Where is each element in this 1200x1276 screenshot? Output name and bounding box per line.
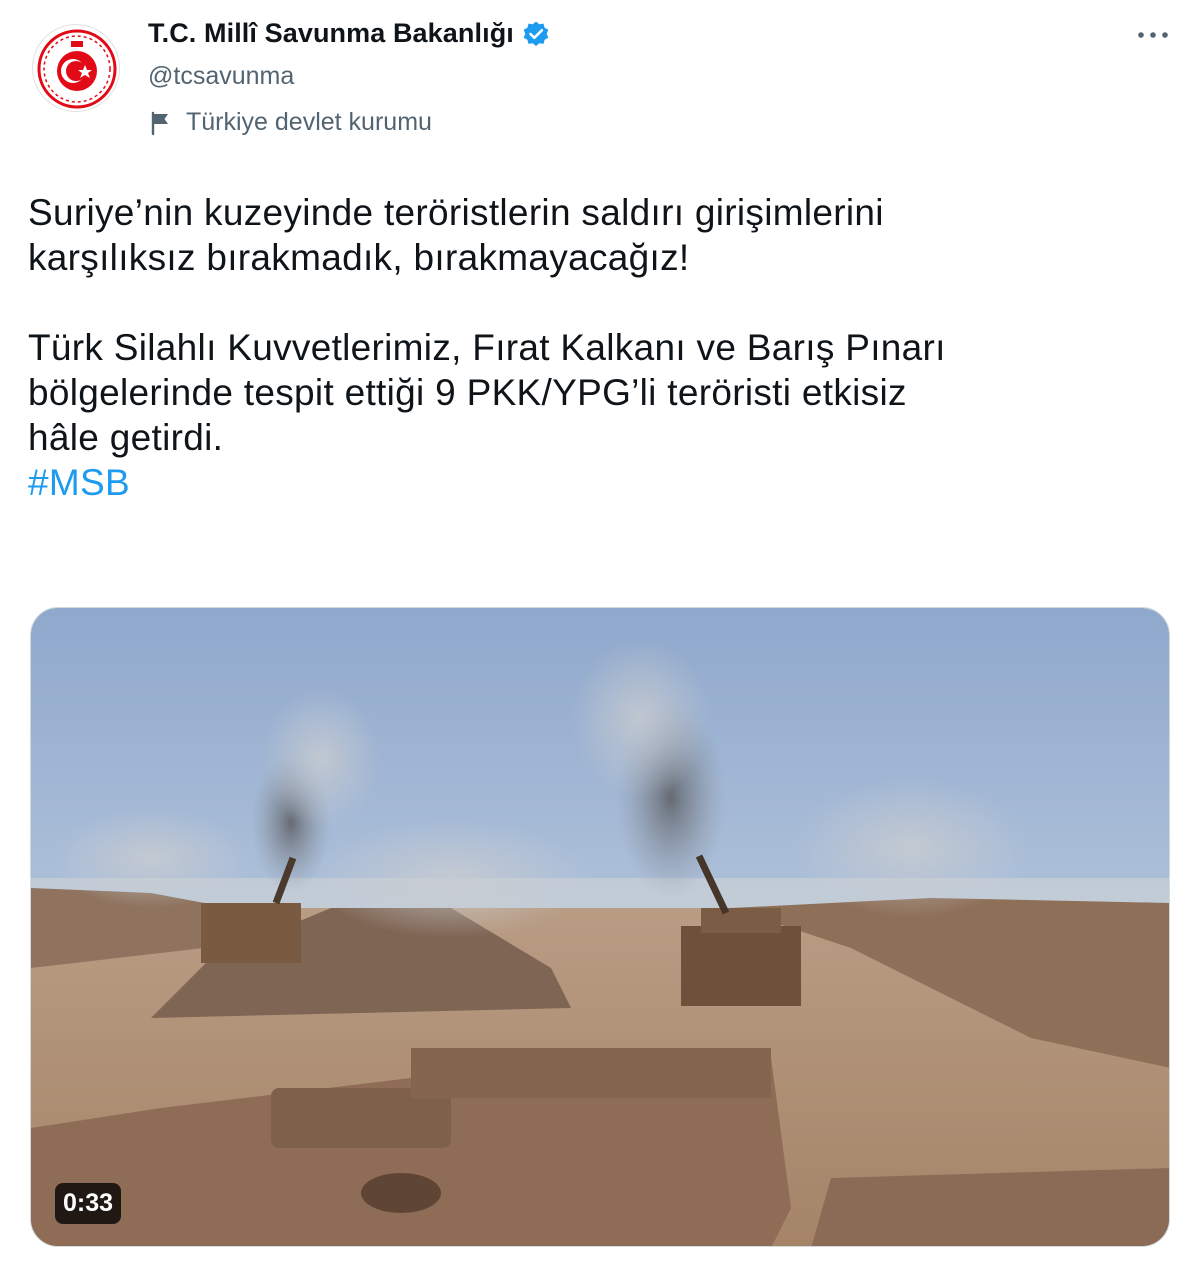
video-duration: 0:33 <box>55 1183 122 1224</box>
affiliation-text: Türkiye devlet kurumu <box>186 108 432 136</box>
account-handle[interactable]: @tcsavunma <box>148 62 294 91</box>
hashtag-link[interactable]: #MSB <box>28 462 130 503</box>
video-thumbnail <box>31 608 1169 1246</box>
tweet-text: Suriye’nin kuzeyinde teröristlerin saldı… <box>28 190 1178 505</box>
tweet-line: hâle getirdi. <box>28 417 224 458</box>
more-options-button[interactable] <box>1136 22 1170 48</box>
tweet-line: bölgelerinde tespit ettiği 9 PKK/YPG’li … <box>28 372 907 413</box>
turkish-emblem-icon <box>37 29 117 109</box>
tweet-line: Suriye’nin kuzeyinde teröristlerin saldı… <box>28 192 884 233</box>
tweet-line: Türk Silahlı Kuvvetlerimiz, Fırat Kalkan… <box>28 327 946 368</box>
more-dots-icon <box>1138 32 1168 38</box>
tweet-line: karşılıksız bırakmadık, bırakmayacağız! <box>28 237 690 278</box>
flag-icon <box>148 110 174 136</box>
video-player[interactable]: 0:33 <box>30 607 1170 1247</box>
display-name[interactable]: T.C. Millî Savunma Bakanlığı <box>148 18 514 49</box>
verified-badge-icon <box>522 20 550 48</box>
account-name-row: T.C. Millî Savunma Bakanlığı <box>148 18 550 49</box>
affiliation-label: Türkiye devlet kurumu <box>148 108 432 137</box>
avatar[interactable] <box>32 24 120 112</box>
